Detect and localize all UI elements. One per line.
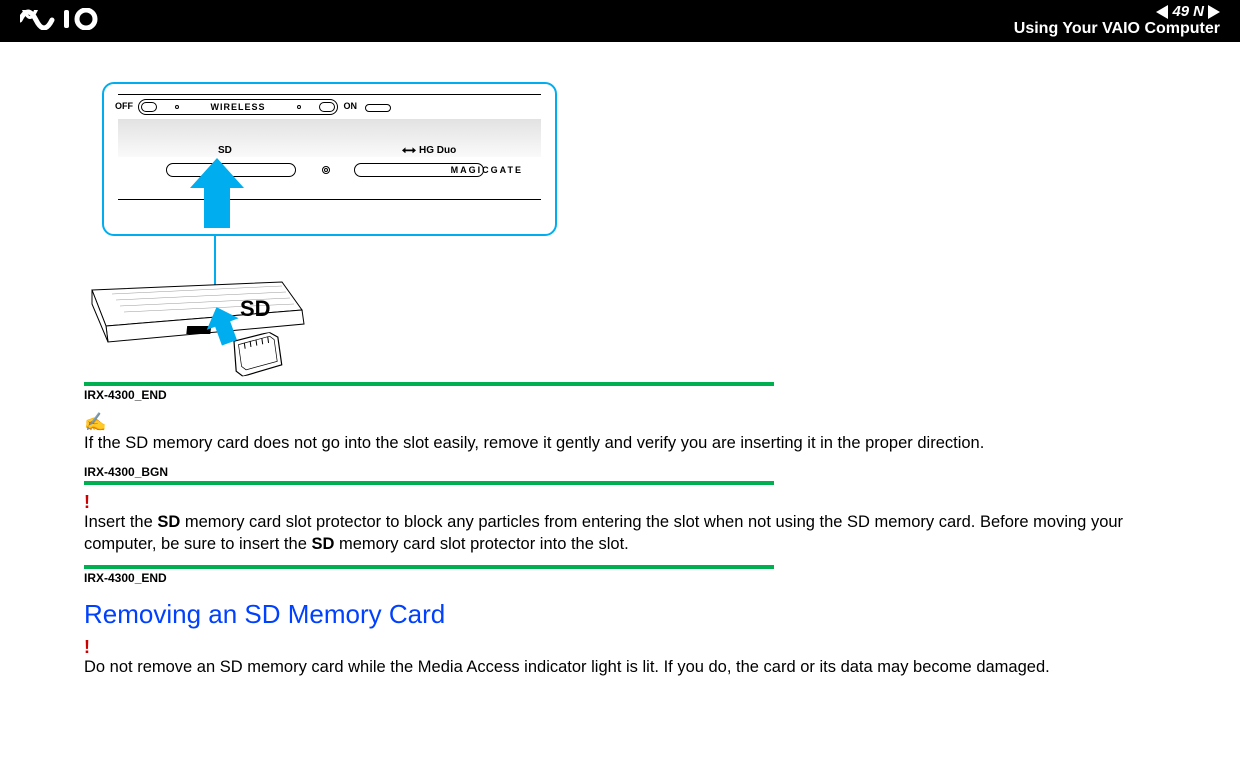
sd-slot-label: SD — [218, 145, 232, 156]
exclaim-icon: ! — [84, 493, 1184, 511]
marker-end-2: IRX-4300_END — [84, 571, 1240, 585]
warning-note-1: ! Insert the SD memory card slot protect… — [84, 493, 1184, 556]
hg-duo-label: HG Duo — [402, 145, 456, 156]
t: SD — [157, 513, 180, 531]
hg-duo-text: HG Duo — [419, 145, 456, 156]
on-label: ON — [344, 101, 358, 111]
page-header: 49 N Using Your VAIO Computer — [0, 0, 1240, 42]
illustration: OFF WIRELESS ON SD HG Duo MAGICGATE — [102, 82, 562, 382]
page-content: OFF WIRELESS ON SD HG Duo MAGICGATE — [0, 82, 1240, 678]
warn1-text: Insert the SD memory card slot protector… — [84, 513, 1123, 553]
green-bar — [84, 481, 774, 485]
header-title: Using Your VAIO Computer — [1014, 20, 1220, 38]
section-heading: Removing an SD Memory Card — [84, 599, 1240, 630]
callout-panel: OFF WIRELESS ON SD HG Duo MAGICGATE — [102, 82, 557, 236]
tip-text: If the SD memory card does not go into t… — [84, 434, 984, 452]
wireless-switch: OFF WIRELESS ON — [138, 99, 338, 115]
page-nav: 49 N — [1156, 4, 1220, 21]
next-page-icon[interactable] — [1208, 5, 1220, 19]
insert-arrow-icon — [190, 158, 244, 228]
magicgate-label: MAGICGATE — [451, 165, 523, 175]
exclaim-icon: ! — [84, 638, 1184, 656]
vaio-logo — [20, 8, 130, 35]
biarrow-icon — [402, 147, 416, 153]
off-label: OFF — [115, 101, 133, 111]
page-number: 49 — [1172, 4, 1189, 21]
marker-bgn: IRX-4300_BGN — [84, 465, 1240, 479]
sd-label-big: SD — [240, 296, 271, 322]
marker-end-1: IRX-4300_END — [84, 388, 1240, 402]
prev-page-icon[interactable] — [1156, 5, 1168, 19]
green-bar — [84, 565, 774, 569]
warning-note-2: ! Do not remove an SD memory card while … — [84, 638, 1184, 678]
wireless-label: WIRELESS — [210, 102, 265, 112]
t: SD — [311, 535, 334, 553]
t: memory card slot protector into the slot… — [334, 535, 628, 553]
note-icon: ✍ — [84, 410, 1184, 434]
t: Insert the — [84, 513, 157, 531]
tip-note: ✍ If the SD memory card does not go into… — [84, 410, 1184, 455]
indicator-led — [322, 166, 330, 174]
header-right: 49 N Using Your VAIO Computer — [1008, 4, 1220, 38]
green-bar — [84, 382, 774, 386]
warn2-text: Do not remove an SD memory card while th… — [84, 658, 1050, 676]
n-letter: N — [1193, 4, 1204, 21]
